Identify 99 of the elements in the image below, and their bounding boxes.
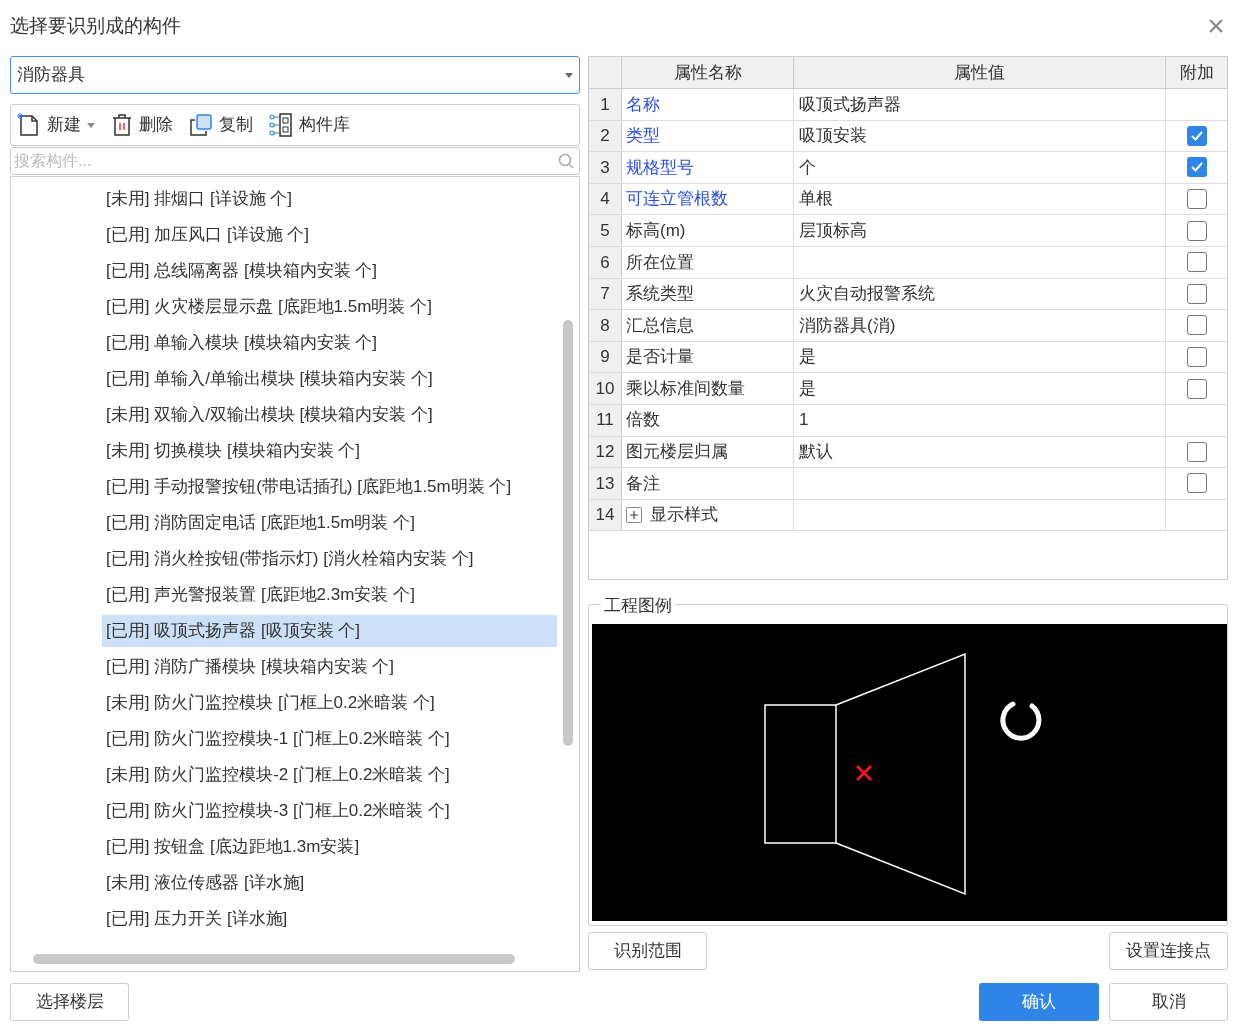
component-item[interactable]: [已用] 加压风口 [详设施 个] (102, 219, 557, 251)
property-value[interactable]: 是 (799, 375, 816, 402)
row-number: 12 (589, 436, 622, 468)
component-item[interactable]: [已用] 总线隔离器 [模块箱内安装 个] (102, 255, 557, 287)
column-header: 附加 (1178, 61, 1215, 84)
property-name: 系统类型 (626, 283, 694, 306)
toolbar-button[interactable]: 构件库 (269, 112, 350, 138)
property-name: 所在位置 (626, 251, 694, 274)
loading-icon (1000, 701, 1042, 741)
property-name: 乘以标准间数量 (626, 377, 745, 400)
property-value[interactable]: 是 (799, 344, 816, 370)
copy-icon (189, 113, 213, 137)
horizontal-scrollbar[interactable] (33, 954, 515, 964)
property-name: 显示样式 (650, 504, 718, 527)
row-number: 9 (589, 341, 622, 373)
checkbox[interactable] (1186, 125, 1207, 146)
component-item[interactable]: [已用] 防火门监控模块-3 [门框上0.2米暗装 个] (102, 795, 557, 827)
recognition-range-button[interactable]: 识别范围 (588, 932, 707, 970)
property-value[interactable]: 吸顶安装 (799, 123, 867, 149)
property-name: 可连立管根数 (626, 188, 728, 211)
component-item[interactable]: [未用] 防火门监控模块-2 [门框上0.2米暗装 个] (102, 759, 557, 791)
toolbar-button[interactable]: 删除 (111, 112, 173, 138)
component-item[interactable]: [已用] 单输入模块 [模块箱内安装 个] (102, 327, 557, 359)
property-name: 名称 (626, 93, 660, 116)
row-number: 14 (589, 499, 622, 531)
confirm-button[interactable]: 确认 (979, 983, 1099, 1021)
search-icon (558, 153, 574, 169)
property-name: 规格型号 (626, 156, 694, 179)
checkbox[interactable] (1186, 441, 1207, 462)
row-number: 5 (589, 215, 622, 246)
component-item[interactable]: [已用] 消火栓按钮(带指示灯) [消火栓箱内安装 个] (102, 543, 557, 575)
search-field[interactable]: 搜索构件... (10, 147, 580, 175)
property-name: 类型 (626, 125, 660, 148)
row-number: 13 (589, 468, 622, 499)
property-name: 标高(m) (626, 219, 686, 242)
connection-point-button[interactable]: 设置连接点 (1109, 932, 1228, 970)
vertical-scrollbar[interactable] (563, 320, 573, 746)
row-number: 3 (589, 152, 622, 183)
component-item[interactable]: [已用] 吸顶式扬声器 [吸顶安装 个] (102, 615, 557, 647)
window-title: 选择要识别成的构件 (10, 13, 181, 38)
column-header: 属性名称 (622, 57, 794, 88)
component-item[interactable]: [已用] 按钮盒 [底边距地1.3m安装] (102, 831, 557, 863)
checkbox[interactable] (1186, 378, 1207, 399)
row-number: 10 (589, 373, 622, 404)
property-name: 汇总信息 (626, 314, 694, 337)
row-number: 1 (589, 89, 622, 120)
new-file-icon (17, 113, 41, 137)
library-icon (269, 113, 293, 137)
category-dropdown[interactable]: 消防器具 (10, 56, 580, 94)
component-item[interactable]: [未用] 双输入/双输出模块 [模块箱内安装 个] (102, 399, 557, 431)
property-value[interactable]: 单根 (799, 186, 833, 212)
toolbar-button[interactable]: 新建 (17, 112, 95, 138)
checkbox[interactable] (1186, 473, 1207, 494)
property-name: 图元楼层归属 (626, 441, 728, 464)
checkbox[interactable] (1186, 347, 1207, 368)
component-item[interactable]: [未用] 防火门监控模块 [门框上0.2米暗装 个] (102, 687, 557, 719)
property-value[interactable]: 火灾自动报警系统 (799, 281, 935, 307)
checkbox[interactable] (1186, 315, 1207, 336)
component-item[interactable]: [已用] 消防固定电话 [底距地1.5m明装 个] (102, 507, 557, 539)
checkbox[interactable] (1186, 189, 1207, 210)
check-icon (1189, 160, 1204, 175)
row-number: 2 (589, 120, 622, 152)
checkbox[interactable] (1186, 283, 1207, 304)
property-name: 备注 (626, 472, 660, 495)
trash-icon (111, 113, 133, 137)
component-item[interactable]: [未用] 液位传感器 [详水施] (102, 867, 557, 899)
property-value[interactable]: 个 (799, 154, 816, 181)
component-item[interactable]: [已用] 手动报警按钮(带电话插孔) [底距地1.5m明装 个] (102, 471, 557, 503)
cross-icon (855, 764, 873, 782)
checkbox[interactable] (1186, 157, 1207, 178)
component-item[interactable]: [已用] 火灾楼层显示盘 [底距地1.5m明装 个] (102, 291, 557, 323)
expand-icon[interactable] (626, 507, 642, 523)
component-item[interactable]: [未用] 排烟口 [详设施 个] (102, 183, 557, 215)
component-item[interactable]: [已用] 压力开关 [详水施] (102, 903, 557, 935)
property-value[interactable]: 默认 (799, 439, 833, 465)
component-item[interactable]: [已用] 防火门监控模块-1 [门框上0.2米暗装 个] (102, 723, 557, 755)
property-name: 倍数 (626, 409, 660, 432)
row-number: 8 (589, 310, 622, 341)
property-value[interactable]: 层顶标高 (799, 217, 867, 244)
column-header: 属性值 (794, 57, 1166, 88)
row-number: 7 (589, 278, 622, 310)
toolbar-button[interactable]: 复制 (189, 112, 253, 138)
row-number: 11 (589, 404, 622, 436)
component-item[interactable]: [已用] 声光警报装置 [底距地2.3m安装 个] (102, 579, 557, 611)
checkbox[interactable] (1186, 220, 1207, 241)
property-value[interactable]: 1 (799, 407, 809, 433)
property-value[interactable]: 吸顶式扬声器 (799, 91, 901, 118)
caret-icon (565, 72, 573, 78)
component-item[interactable]: [未用] 切换模块 [模块箱内安装 个] (102, 435, 557, 467)
cancel-button[interactable]: 取消 (1109, 983, 1228, 1021)
property-name: 是否计量 (626, 346, 694, 369)
property-value[interactable]: 消防器具(消) (799, 312, 896, 339)
close-button[interactable]: × (1202, 11, 1230, 41)
component-item[interactable]: [已用] 消防广播模块 [模块箱内安装 个] (102, 651, 557, 683)
select-floor-button[interactable]: 选择楼层 (10, 983, 129, 1021)
row-number: 4 (589, 183, 622, 215)
row-number: 6 (589, 246, 622, 278)
component-item[interactable]: [已用] 单输入/单输出模块 [模块箱内安装 个] (102, 363, 557, 395)
checkbox[interactable] (1186, 252, 1207, 273)
